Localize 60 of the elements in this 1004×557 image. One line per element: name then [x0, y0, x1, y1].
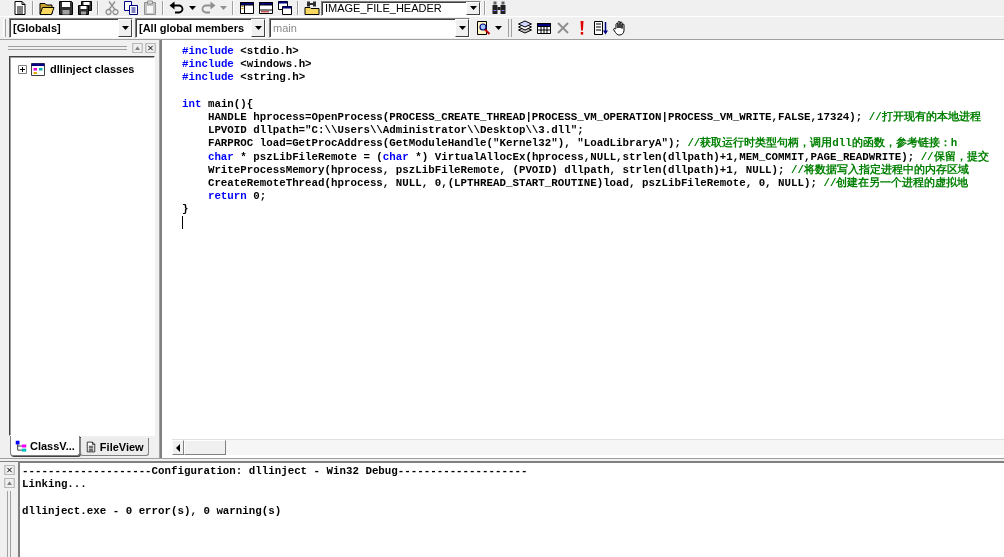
- dropdown-button[interactable]: [466, 1, 480, 15]
- document-icon[interactable]: [11, 0, 28, 16]
- output-line: --------------------Configuration: dllinject - Win32 Debug--------------------: [22, 465, 528, 479]
- window-icon[interactable]: [238, 0, 255, 16]
- left-arrow-icon: [176, 443, 180, 452]
- code-line: #include <string.h>: [182, 71, 306, 85]
- code-line: FARPROC load=GetProcAddress(GetModuleHandle("Kernel32"), "LoadLibraryA"); //获取运行时类型句柄，调用dll的函数，参考链接：h: [207, 137, 958, 151]
- binoculars-icon[interactable]: [490, 0, 507, 16]
- binoculars-folder-icon[interactable]: [303, 0, 320, 16]
- window-icon[interactable]: [257, 0, 274, 16]
- panel-tab[interactable]: ClassV...: [10, 436, 80, 456]
- code-line: CreateRemoteThread(hprocess, NULL, 0,(LPTHREAD_START_ROUTINE)load, pszLibFileRemote, 0, NULL); //创建在另一个进程的虚拟地: [207, 176, 969, 191]
- code-line: return 0;: [207, 190, 267, 204]
- dropdown-button[interactable]: [251, 19, 265, 37]
- text-cursor: [182, 216, 183, 230]
- document-icon: [84, 440, 97, 453]
- scroll-left-button[interactable]: [172, 440, 184, 455]
- windows-icon[interactable]: [276, 0, 293, 16]
- code-line: }: [182, 203, 189, 217]
- scrollbar-thumb[interactable]: [184, 440, 226, 455]
- horizontal-scrollbar[interactable]: [172, 439, 1004, 455]
- toolbar-grip[interactable]: [3, 19, 6, 37]
- stacked-pages-icon[interactable]: [516, 20, 533, 36]
- dropdown-field[interactable]: [Globals]: [9, 18, 133, 38]
- caret-icon[interactable]: [189, 6, 196, 10]
- close-icon[interactable]: [145, 43, 156, 53]
- caret-icon[interactable]: [254, 26, 262, 30]
- folder-icon[interactable]: [38, 0, 55, 16]
- dropdown-field[interactable]: [All global members: [135, 18, 266, 38]
- grid-window-icon[interactable]: [535, 20, 552, 36]
- document-magnifier-icon[interactable]: [475, 20, 491, 36]
- expander-icon[interactable]: [18, 64, 27, 74]
- code-line: LPVOID dllpath="C:\\Users\\Administrator\\Desktop\\3.dll";: [207, 124, 584, 138]
- triangle-icon[interactable]: [132, 43, 143, 53]
- code-line: HANDLE hprocess=OpenProcess(PROCESS_CREATE_THREAD|PROCESS_VM_OPERATION|PROCESS_VM_WRITE,FALSE,17324); //打开现有的本地进程: [207, 110, 981, 125]
- triangle-icon[interactable]: [3, 478, 15, 488]
- code-editor[interactable]: [160, 40, 1004, 458]
- code-line: WriteProcessMemory(hprocess, pszLibFileRemote, (PVOID) dllpath, strlen(dllpath)+1, NULL); //将数据写入指定进程中的内存区域: [207, 163, 969, 176]
- classes-icon: [30, 61, 46, 77]
- caret-icon[interactable]: [121, 26, 129, 30]
- undo-icon[interactable]: [169, 0, 185, 16]
- code-line: char * pszLibFileRemote = (char *) VirtualAllocEx(hprocess,NULL,strlen(dllpath)+1,MEM_COMMIT,PAGE_READWRITE); //保留，提交: [207, 150, 989, 163]
- tree-item[interactable]: dllinject classes: [50, 63, 135, 75]
- floppy-disks-icon[interactable]: [76, 0, 93, 16]
- output-line: Linking...: [22, 478, 87, 492]
- code-line: #include <windows.h>: [182, 58, 312, 72]
- caret-icon[interactable]: [469, 6, 477, 10]
- code-line: #include <stdio.h>: [182, 45, 299, 59]
- toolbar-grip[interactable]: [508, 19, 512, 37]
- code-line: int main(){: [182, 97, 254, 111]
- caret-icon[interactable]: [495, 26, 502, 30]
- close-icon[interactable]: [3, 465, 15, 475]
- output-line: dllinject.exe - 0 error(s), 0 warning(s): [22, 504, 282, 518]
- dropdown-field[interactable]: IMAGE_FILE_HEADER: [321, 0, 481, 16]
- list-arrow-icon[interactable]: [592, 20, 609, 36]
- dropdown-button[interactable]: [118, 19, 132, 37]
- copy-icon[interactable]: [122, 0, 139, 16]
- hand-icon[interactable]: [611, 20, 628, 36]
- panel-tab[interactable]: FileView: [79, 438, 149, 456]
- class-blocks-icon: [15, 439, 27, 452]
